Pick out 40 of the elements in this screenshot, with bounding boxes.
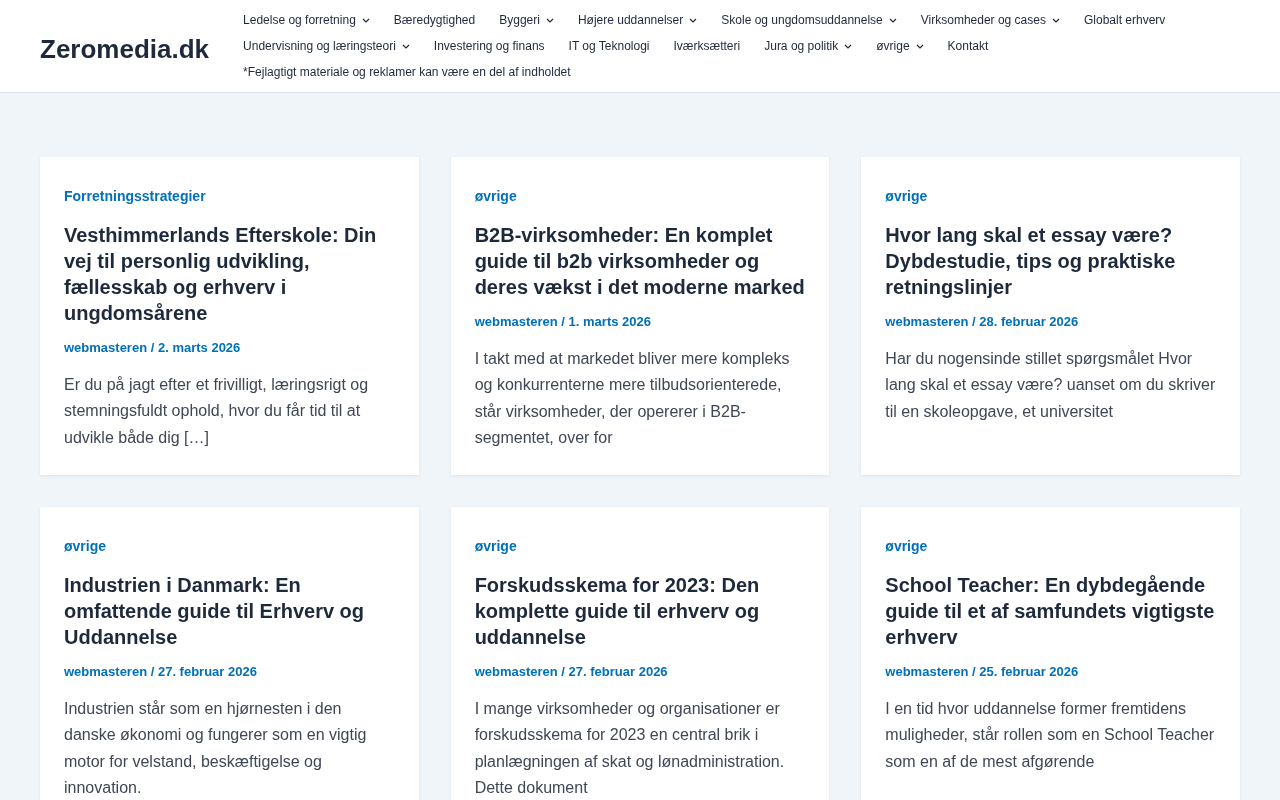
post-excerpt: Industrien står som en hjørnesten i den danske økonomi og fungerer som en vigtig motor for velstand, beskæftigelse og innovation. <box>64 699 368 799</box>
menu-link[interactable]: Virksomheder og cases <box>908 7 1072 33</box>
post-title[interactable]: Hvor lang skal et essay være? Dybdestudie, tips og praktiske retningslinjer <box>885 222 1216 300</box>
site-logo[interactable]: Zeromedia.dk <box>40 30 210 69</box>
category-link[interactable]: øvrige <box>64 536 106 557</box>
menu-link[interactable]: IT og Teknologi <box>556 33 662 59</box>
menu-link[interactable]: *Fejlagtigt materiale og reklamer kan være en del af indholdet <box>231 59 583 85</box>
category-link[interactable]: øvrige <box>474 186 517 206</box>
post-excerpt: Har du nogensinde stillet spørgsmålet Hvor lang skal et essay være? uanset om du skriver til en skoleopgave, et universitet <box>885 349 1216 422</box>
menu-link[interactable]: Undervisning og læringsteori <box>231 33 422 59</box>
post-excerpt: I en tid hvor uddannelse former fremtidens muligheder, står rollen som en School Teacher som en af de mest afgørende <box>885 699 1216 772</box>
post-title[interactable]: School Teacher: En dybdegående guide til et af samfundets vigtigste erhverv <box>885 572 1216 651</box>
post-meta[interactable]: webmasteren / 25. februar 2026 <box>885 664 1079 680</box>
post-meta[interactable]: webmasteren / 1. marts 2026 <box>474 314 651 329</box>
menu-link[interactable]: Bæredygtighed <box>381 7 488 33</box>
post-title[interactable]: Vesthimmerlands Efterskole: Din vej til personlig udvikling, fællesskab og erhverv i ungdomsårene <box>64 222 395 326</box>
category-link[interactable]: øvrige <box>885 186 928 206</box>
menu-link[interactable]: Kontakt <box>935 33 1001 59</box>
menu-link[interactable]: Højere uddannelser <box>565 7 710 33</box>
menu-link[interactable]: øvrige <box>864 33 936 59</box>
category-link[interactable]: Forretningsstrategier <box>64 186 206 206</box>
menu-link[interactable]: Jura og politik <box>752 33 865 59</box>
menu-link[interactable]: Investering og finans <box>421 33 557 59</box>
category-link[interactable]: øvrige <box>474 536 517 557</box>
category-link[interactable]: øvrige <box>885 536 928 557</box>
post-meta[interactable]: webmasteren / 28. februar 2026 <box>885 314 1079 329</box>
post-meta[interactable]: webmasteren / 27. februar 2026 <box>474 664 668 680</box>
menu-link[interactable]: Skole og ungdomsuddannelse <box>709 7 909 33</box>
menu-link[interactable]: Globalt erhverv <box>1071 7 1178 33</box>
post-excerpt: I takt med at markedet bliver mere kompleks og konkurrenterne mere tilbudsorienterede, står virksomheder, der opererer i B2B-segmentet, over for <box>474 349 791 448</box>
menu-link[interactable]: Iværksætteri <box>661 33 753 59</box>
menu-link[interactable]: Ledelse og forretning <box>231 7 382 33</box>
post-title[interactable]: Forskudsskema for 2023: Den komplette guide til erhverv og uddannelse <box>474 572 806 651</box>
post-meta[interactable]: webmasteren / 27. februar 2026 <box>64 664 257 680</box>
post-title[interactable]: Industrien i Danmark: En omfattende guide til Erhverv og Uddannelse <box>64 572 395 651</box>
post-meta[interactable]: webmasteren / 2. marts 2026 <box>64 340 241 355</box>
post-excerpt: Er du på jagt efter et frivilligt, læringsrigt og stemningsfuldt ophold, hvor du får tid til at udvikle både dig […] <box>64 375 370 448</box>
post-excerpt: I mange virksomheder og organisationer er forskudsskema for 2023 en central brik i planlægningen af skat og lønadministration. Dette dokument <box>474 699 786 799</box>
menu-link[interactable]: Byggeri <box>487 7 566 33</box>
post-title[interactable]: B2B-virksomheder: En komplet guide til b2b virksomheder og deres vækst i det moderne marked <box>474 222 806 300</box>
